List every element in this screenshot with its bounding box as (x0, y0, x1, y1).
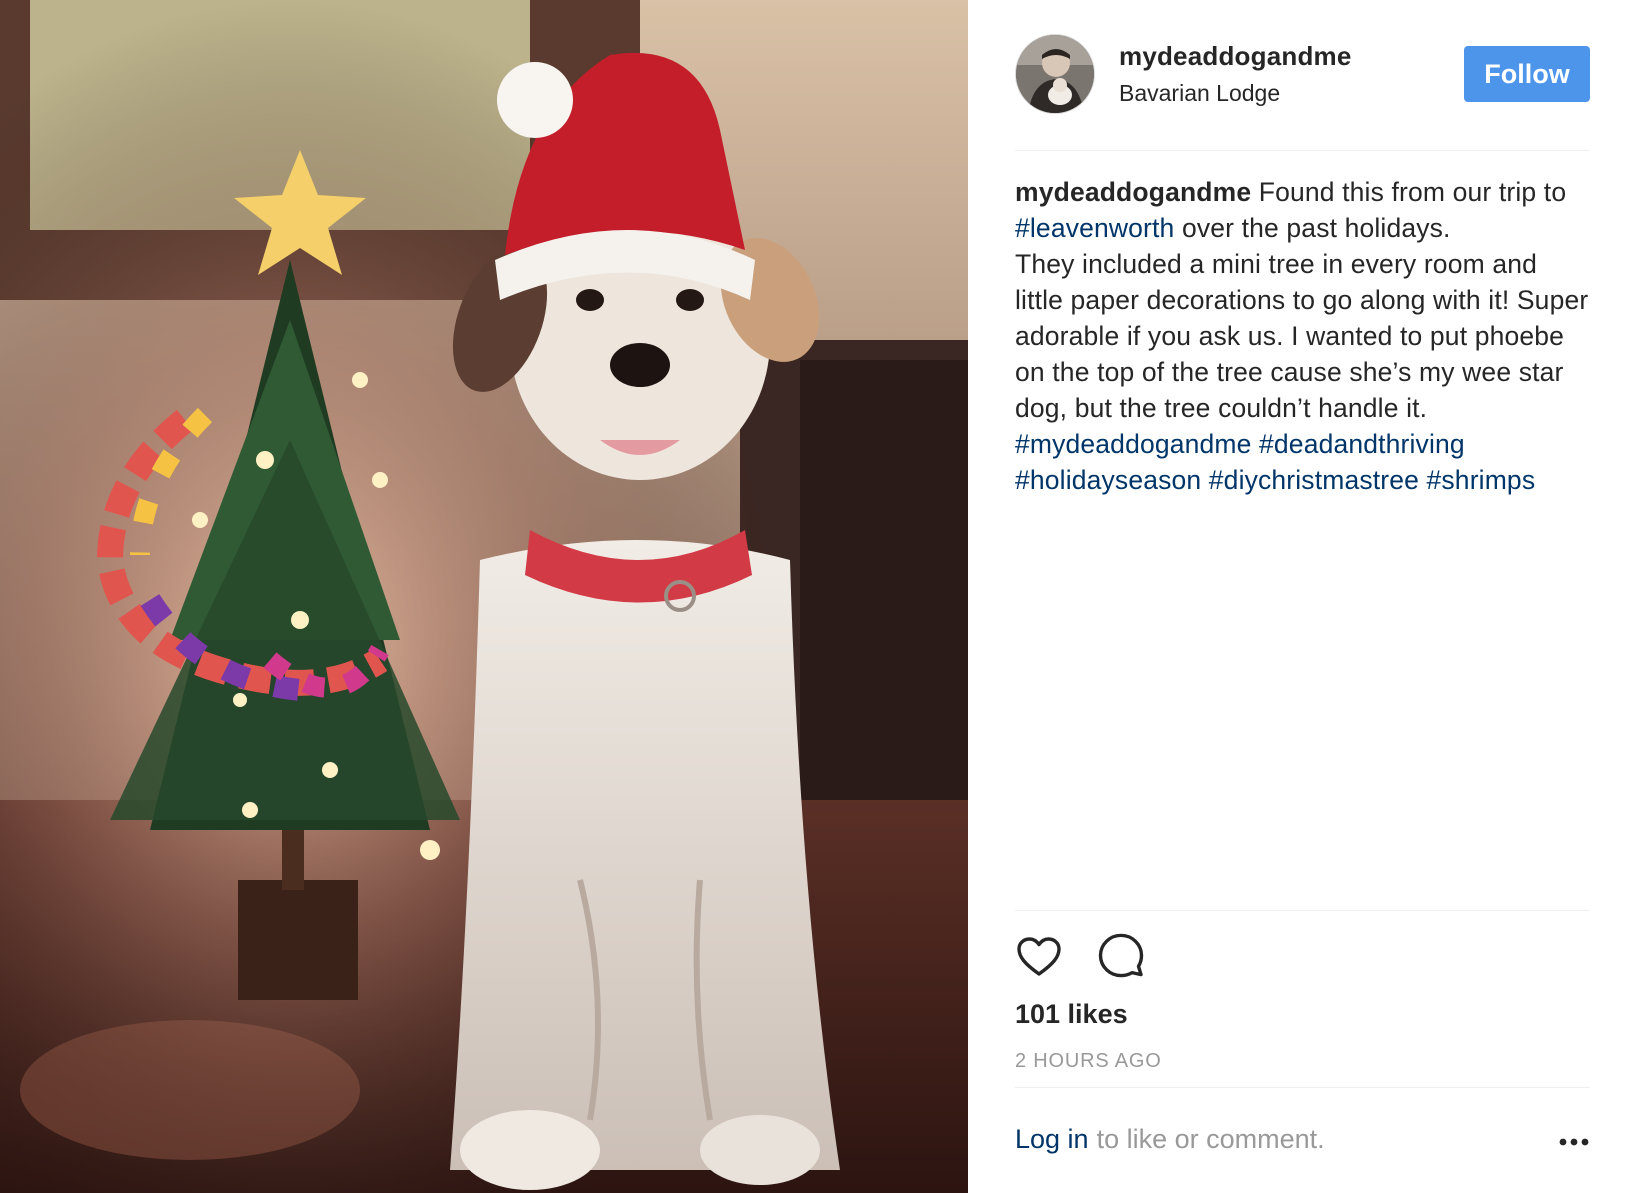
location-link[interactable]: Bavarian Lodge (1119, 80, 1352, 107)
avatar-image (1016, 35, 1094, 113)
caption-text: They included a mini tree in every room … (1015, 249, 1589, 423)
heart-icon[interactable] (1015, 933, 1063, 981)
caption-text: Found this from our trip to (1251, 177, 1567, 207)
instagram-post: mydeaddogandme Bavarian Lodge Follow myd… (0, 0, 1640, 1193)
comment-icon[interactable] (1097, 933, 1145, 981)
hashtag-link[interactable]: #diychristmastree (1209, 465, 1419, 495)
post-caption: mydeaddogandme Found this from our trip … (1015, 174, 1590, 498)
actions-divider (1015, 910, 1590, 911)
header-divider (1015, 150, 1590, 151)
follow-button[interactable]: Follow (1464, 46, 1590, 102)
hashtag-link[interactable]: #leavenworth (1015, 213, 1174, 243)
avatar[interactable] (1015, 34, 1095, 114)
post-side-panel: mydeaddogandme Bavarian Lodge Follow myd… (968, 0, 1640, 1193)
hashtag-link[interactable]: #deadandthriving (1259, 429, 1465, 459)
hashtag-link[interactable]: #mydeaddogandme (1015, 429, 1252, 459)
more-options-icon[interactable] (1558, 1136, 1590, 1148)
post-photo[interactable] (0, 0, 968, 1193)
hashtag-link[interactable]: #holidayseason (1015, 465, 1201, 495)
footer-divider (1015, 1087, 1590, 1088)
post-timestamp[interactable]: 2 HOURS AGO (1015, 1050, 1162, 1073)
post-header: mydeaddogandme Bavarian Lodge Follow (1015, 32, 1590, 116)
caption-text: over the past holidays. (1174, 213, 1451, 243)
caption-username-link[interactable]: mydeaddogandme (1015, 177, 1251, 207)
likes-count[interactable]: 101 likes (1015, 999, 1128, 1030)
login-prompt: Log in to like or comment. (1015, 1124, 1590, 1155)
post-actions (1015, 933, 1145, 981)
login-link[interactable]: Log in (1015, 1124, 1089, 1155)
user-block: mydeaddogandme Bavarian Lodge (1119, 41, 1352, 107)
username-link[interactable]: mydeaddogandme (1119, 41, 1352, 72)
login-prompt-text: to like or comment. (1096, 1124, 1325, 1154)
hashtag-link[interactable]: #shrimps (1427, 465, 1536, 495)
post-photo-illustration (0, 0, 968, 1193)
